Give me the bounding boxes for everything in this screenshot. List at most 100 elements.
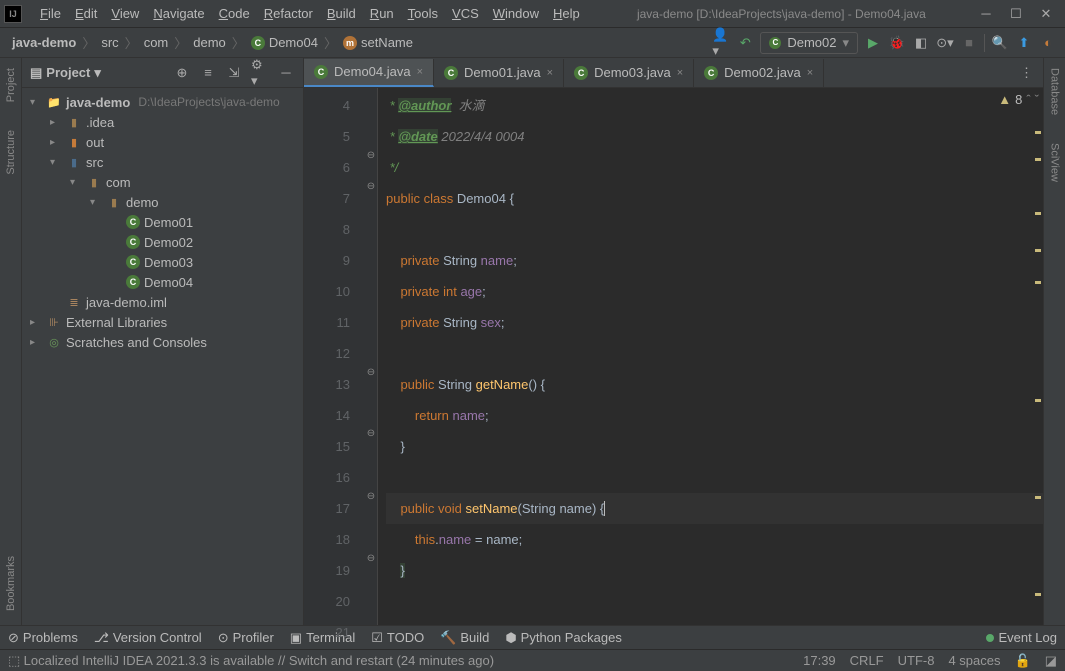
problems-tab[interactable]: ⊘Problems <box>8 630 78 646</box>
run-button[interactable]: ▶ <box>864 34 882 52</box>
tool-bookmarks[interactable]: Bookmarks <box>3 552 19 615</box>
tree-scratch[interactable]: ▸◎Scratches and Consoles <box>22 332 303 352</box>
tab-demo02-java[interactable]: CDemo02.java× <box>694 59 824 87</box>
status-extra-icon[interactable]: ◪ <box>1045 653 1057 669</box>
profiler-tab[interactable]: ⊙Profiler <box>218 630 274 646</box>
menu-navigate[interactable]: Navigate <box>147 4 210 23</box>
caret-position[interactable]: 17:39 <box>803 653 836 668</box>
menu-edit[interactable]: Edit <box>69 4 103 23</box>
run-config-selector[interactable]: C Demo02 ▾ <box>760 32 858 54</box>
collapse-all-icon[interactable]: ⇲ <box>225 64 243 82</box>
tool-database[interactable]: Database <box>1047 64 1063 119</box>
project-tree[interactable]: ▾📁 java-demo D:\IdeaProjects\java-demo ▸… <box>22 88 303 625</box>
editor-tabs: CDemo04.java×CDemo01.java×CDemo03.java×C… <box>304 58 1043 88</box>
tab-demo03-java[interactable]: CDemo03.java× <box>564 59 694 87</box>
fold-toggle-icon[interactable]: ⊖ <box>366 553 376 563</box>
status-message[interactable]: Localized IntelliJ IDEA 2021.3.3 is avai… <box>24 653 494 668</box>
indent-widget[interactable]: 4 spaces <box>948 653 1000 668</box>
tree-class-demo02[interactable]: CDemo02 <box>22 232 303 252</box>
menu-run[interactable]: Run <box>364 4 400 23</box>
navigation-bar: java-demo 〉 src 〉 com 〉 demo 〉 CDemo04 〉… <box>0 28 1065 58</box>
line-number-gutter[interactable]: 456789101112131415161718192021 <box>304 88 364 625</box>
status-bar: ⬚ Localized IntelliJ IDEA 2021.3.3 is av… <box>0 649 1065 671</box>
maximize-button[interactable]: ☐ <box>1009 7 1023 21</box>
crumb-project[interactable]: java-demo <box>8 33 80 52</box>
crumb-demo[interactable]: demo <box>189 33 230 52</box>
debug-button[interactable]: 🐞 <box>888 34 906 52</box>
fold-toggle-icon[interactable]: ⊖ <box>366 428 376 438</box>
tab-close-icon[interactable]: × <box>547 67 553 79</box>
right-tool-gutter: Database SciView <box>1043 58 1065 625</box>
menu-vcs[interactable]: VCS <box>446 4 485 23</box>
line-separator[interactable]: CRLF <box>850 653 884 668</box>
menu-tools[interactable]: Tools <box>402 4 444 23</box>
tree-demo[interactable]: ▾▮demo <box>22 192 303 212</box>
fold-gutter[interactable]: ⊖ ⊖ ⊖ ⊖ ⊖ ⊖ <box>364 88 378 625</box>
tree-class-demo01[interactable]: CDemo01 <box>22 212 303 232</box>
select-opened-icon[interactable]: ⊕ <box>173 64 191 82</box>
editor-area: CDemo04.java×CDemo01.java×CDemo03.java×C… <box>304 58 1043 625</box>
crumb-com[interactable]: com <box>140 33 173 52</box>
tree-class-demo03[interactable]: CDemo03 <box>22 252 303 272</box>
crumb-src[interactable]: src <box>97 33 122 52</box>
user-icon[interactable]: 👤▾ <box>712 34 730 52</box>
tree-class-demo04[interactable]: CDemo04 <box>22 272 303 292</box>
menu-refactor[interactable]: Refactor <box>258 4 319 23</box>
tree-out[interactable]: ▸▮out <box>22 132 303 152</box>
readonly-icon[interactable]: 🔓 <box>1015 653 1031 669</box>
close-button[interactable]: ✕ <box>1039 7 1053 21</box>
fold-toggle-icon[interactable]: ⊖ <box>366 491 376 501</box>
menu-view[interactable]: View <box>105 4 145 23</box>
tree-src[interactable]: ▾▮src <box>22 152 303 172</box>
error-stripe[interactable] <box>1033 88 1043 625</box>
sync-icon[interactable]: ⬆ <box>1015 34 1033 52</box>
expand-all-icon[interactable]: ≡ <box>199 64 217 82</box>
tab-close-icon[interactable]: × <box>417 66 423 78</box>
crumb-method[interactable]: msetName <box>339 33 417 52</box>
tab-demo04-java[interactable]: CDemo04.java× <box>304 59 434 87</box>
bottom-tool-bar: ⊘Problems ⎇Version Control ⊙Profiler ▣Te… <box>0 625 1065 649</box>
minimize-button[interactable]: ─ <box>979 7 993 21</box>
fold-toggle-icon[interactable]: ⊖ <box>366 367 376 377</box>
tab-close-icon[interactable]: × <box>807 67 813 79</box>
settings-icon[interactable]: ⚙ ▾ <box>251 64 269 82</box>
code-editor[interactable]: 456789101112131415161718192021 ⊖⊖⊖⊖⊖⊖ * … <box>304 88 1043 625</box>
tool-structure[interactable]: Structure <box>3 126 19 179</box>
build-tab[interactable]: 🔨Build <box>440 630 489 646</box>
crumb-class[interactable]: CDemo04 <box>247 33 322 52</box>
ide-update-icon[interactable]: ◐ <box>1039 34 1057 52</box>
tab-close-icon[interactable]: × <box>677 67 683 79</box>
tree-idea[interactable]: ▸▮.idea <box>22 112 303 132</box>
event-log-tab[interactable]: Event Log <box>986 630 1057 645</box>
tool-project[interactable]: Project <box>3 64 19 106</box>
search-icon[interactable]: 🔍 <box>991 34 1009 52</box>
project-panel-title[interactable]: ▤ Project ▾ <box>30 65 101 81</box>
menu-code[interactable]: Code <box>213 4 256 23</box>
fold-toggle-icon[interactable]: ⊖ <box>366 150 376 160</box>
menu-build[interactable]: Build <box>321 4 362 23</box>
stop-button[interactable]: ■ <box>960 34 978 52</box>
status-notification-icon[interactable]: ⬚ <box>8 653 20 669</box>
menu-file[interactable]: File <box>34 4 67 23</box>
tree-com[interactable]: ▾▮com <box>22 172 303 192</box>
title-bar: IJ FileEditViewNavigateCodeRefactorBuild… <box>0 0 1065 28</box>
back-icon[interactable]: ↶ <box>736 34 754 52</box>
hide-icon[interactable]: ─ <box>277 64 295 82</box>
coverage-button[interactable]: ◧ <box>912 34 930 52</box>
tree-ext-lib[interactable]: ▸⊪External Libraries <box>22 312 303 332</box>
todo-tab[interactable]: ☑TODO <box>371 630 424 646</box>
menu-window[interactable]: Window <box>487 4 545 23</box>
file-encoding[interactable]: UTF-8 <box>898 653 935 668</box>
python-tab[interactable]: ⬢Python Packages <box>505 630 622 646</box>
tab-demo01-java[interactable]: CDemo01.java× <box>434 59 564 87</box>
tree-iml[interactable]: ≣java-demo.iml <box>22 292 303 312</box>
app-icon: IJ <box>4 5 22 23</box>
tab-more-icon[interactable]: ⋮ <box>1010 65 1043 81</box>
tree-root[interactable]: ▾📁 java-demo D:\IdeaProjects\java-demo <box>22 92 303 112</box>
vcs-tab[interactable]: ⎇Version Control <box>94 630 202 646</box>
tool-sciview[interactable]: SciView <box>1047 139 1063 186</box>
fold-toggle-icon[interactable]: ⊖ <box>366 181 376 191</box>
left-tool-gutter: Project Structure Bookmarks <box>0 58 22 625</box>
menu-help[interactable]: Help <box>547 4 586 23</box>
profile-button[interactable]: ⊙▾ <box>936 34 954 52</box>
